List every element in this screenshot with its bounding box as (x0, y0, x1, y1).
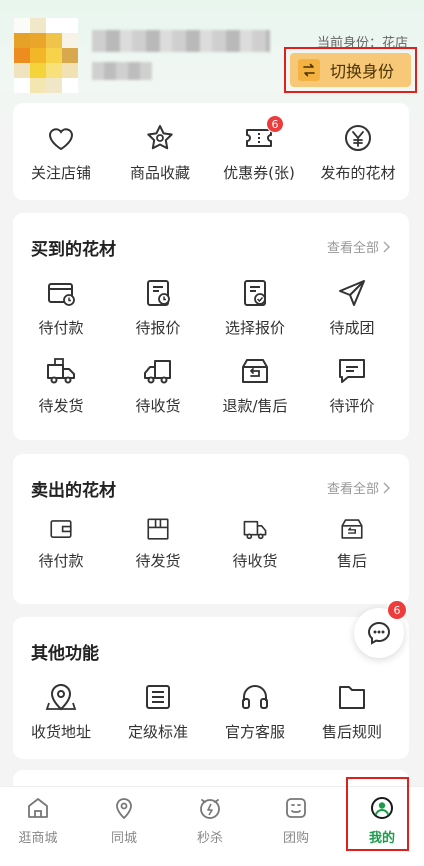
sold-section-title: 卖出的花材 (31, 481, 116, 501)
quote-clock-icon (147, 280, 170, 306)
tab-label: 团购 (282, 831, 309, 846)
sold-view-all-link[interactable]: 查看全部 (327, 478, 391, 497)
quick-item-label: 发布的花材 (320, 164, 396, 182)
delivery-icon (243, 520, 267, 540)
tab-label: 秒杀 (196, 831, 223, 846)
chevron-right-icon (383, 481, 391, 494)
chat-unread-badge: 6 (387, 600, 407, 620)
tab-label: 逛商城 (18, 831, 58, 846)
truck-box-icon (47, 358, 75, 384)
package-icon (147, 518, 169, 540)
yen-icon (345, 125, 371, 151)
item-label: 待付款 (38, 319, 84, 337)
quick-item-coupons[interactable]: 优惠券(张) (211, 122, 307, 183)
switch-identity-button[interactable]: 切换身份 (284, 47, 417, 93)
quick-item-published[interactable]: 发布的花材 (310, 122, 406, 183)
bought-pending-receive[interactable]: 待收货 (110, 355, 206, 416)
bought-section-title: 买到的花材 (31, 240, 116, 260)
quick-item-label: 优惠券(张) (223, 164, 295, 182)
send-plane-icon (339, 280, 365, 306)
map-pin-icon (45, 684, 77, 711)
username-blurred (92, 30, 270, 52)
flash-clock-icon (200, 799, 220, 819)
list-doc-icon (146, 685, 170, 709)
bought-refund-aftersale[interactable]: 退款/售后 (207, 355, 303, 416)
quick-item-label: 关注店铺 (30, 164, 91, 182)
location-icon (116, 798, 132, 820)
item-label: 待评价 (329, 397, 375, 415)
item-label: 待发货 (135, 552, 181, 570)
item-label: 待报价 (135, 319, 181, 337)
bought-select-quote[interactable]: 选择报价 (207, 277, 303, 338)
headphones-icon (242, 685, 268, 709)
heart-icon (48, 128, 74, 151)
item-label: 选择报价 (224, 319, 285, 337)
chevron-right-icon (383, 240, 391, 253)
item-label: 售后 (336, 552, 367, 570)
item-label: 待收货 (232, 552, 278, 570)
switch-identity-label: 切换身份 (330, 62, 395, 81)
active-tab-highlight-frame (346, 777, 409, 851)
other-customer-service[interactable]: 官方客服 (207, 681, 303, 742)
sold-materials-card: 卖出的花材 查看全部 待付款 待发货 待收货 售后 (13, 454, 409, 604)
item-label: 待发货 (38, 397, 84, 415)
other-grading-standard[interactable]: 定级标准 (110, 681, 206, 742)
bought-pending-group[interactable]: 待成团 (304, 277, 400, 338)
tab-local[interactable]: 同城 (82, 795, 166, 846)
truck-icon (144, 360, 171, 384)
bought-view-all-link[interactable]: 查看全部 (327, 237, 391, 256)
item-label: 定级标准 (127, 723, 188, 741)
user-subtitle-blurred (92, 62, 152, 80)
group-buy-icon (286, 798, 306, 818)
view-all-label: 查看全部 (326, 241, 379, 256)
wallet-icon (50, 520, 72, 538)
bought-pending-quote[interactable]: 待报价 (110, 277, 206, 338)
avatar[interactable] (14, 18, 78, 94)
bought-materials-card: 买到的花材 查看全部 待付款 待报价 选择报价 待成团 待发货 待收货 退款/售… (13, 213, 409, 440)
sold-pending-receive[interactable]: 待收货 (207, 516, 303, 571)
tab-flash-sale[interactable]: 秒杀 (168, 795, 252, 846)
tab-label: 同城 (110, 831, 137, 846)
chat-bubble-icon (367, 621, 391, 645)
item-label: 官方客服 (224, 723, 285, 741)
folder-icon (339, 686, 365, 709)
other-aftersale-rules[interactable]: 售后规则 (304, 681, 400, 742)
bought-pending-ship[interactable]: 待发货 (13, 355, 109, 416)
bought-pending-payment[interactable]: 待付款 (13, 277, 109, 338)
item-label: 待收货 (135, 397, 181, 415)
quick-item-follow-shops[interactable]: 关注店铺 (13, 122, 109, 183)
sold-pending-ship[interactable]: 待发货 (110, 516, 206, 571)
refund-box-icon (242, 359, 268, 383)
quick-access-card: 关注店铺 商品收藏 优惠券(张) 6 发布的花材 (13, 103, 409, 200)
other-section-title: 其他功能 (31, 644, 99, 664)
bought-pending-review[interactable]: 待评价 (304, 355, 400, 416)
other-shipping-address[interactable]: 收货地址 (13, 681, 109, 742)
tab-mall[interactable]: 逛商城 (0, 795, 80, 846)
star-icon (147, 125, 173, 150)
item-label: 待付款 (38, 552, 84, 570)
coupon-count-badge: 6 (266, 115, 284, 133)
other-functions-card: 其他功能 收货地址 定级标准 官方客服 售后规则 (13, 617, 409, 759)
sold-aftersale[interactable]: 售后 (304, 516, 400, 571)
item-label: 退款/售后 (222, 397, 288, 415)
sold-pending-payment[interactable]: 待付款 (13, 516, 109, 571)
comment-icon (339, 359, 365, 383)
tab-group-buy[interactable]: 团购 (254, 795, 338, 846)
swap-icon (298, 59, 320, 81)
aftersale-box-icon (341, 519, 363, 539)
item-label: 收货地址 (30, 723, 91, 741)
item-label: 待成团 (329, 319, 375, 337)
select-quote-icon (244, 280, 266, 306)
pay-card-icon (48, 283, 75, 306)
quick-item-label: 商品收藏 (129, 164, 190, 182)
home-icon (28, 798, 48, 818)
quick-item-favorites[interactable]: 商品收藏 (112, 122, 208, 183)
view-all-label: 查看全部 (326, 482, 379, 497)
item-label: 售后规则 (321, 723, 382, 741)
